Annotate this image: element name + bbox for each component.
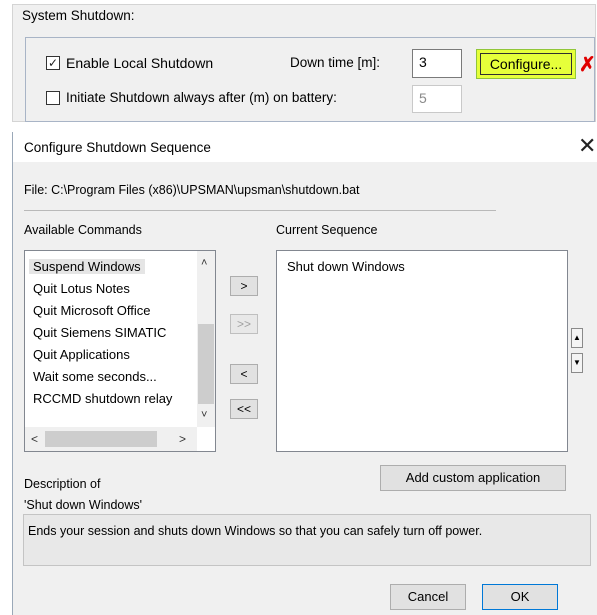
list-item[interactable]: Shut down Windows xyxy=(287,259,405,274)
enable-local-shutdown-label[interactable]: Enable Local Shutdown xyxy=(66,55,213,71)
vertical-scroll-thumb[interactable] xyxy=(198,324,214,404)
description-text: Ends your session and shuts down Windows… xyxy=(23,514,591,566)
remove-button[interactable]: < xyxy=(230,364,258,384)
configure-button[interactable]: Configure... xyxy=(480,53,572,75)
initiate-shutdown-label[interactable]: Initiate Shutdown always after (m) on ba… xyxy=(66,90,337,105)
list-item[interactable]: Quit Siemens SIMATIC xyxy=(33,325,166,340)
scroll-right-icon[interactable]: > xyxy=(179,432,186,446)
red-cross-icon: ✗ xyxy=(579,54,596,76)
scroll-down-icon[interactable]: ˅ xyxy=(201,409,207,421)
close-icon[interactable]: ✕ xyxy=(578,133,596,159)
triangle-up-icon: ▲ xyxy=(573,333,581,342)
add-button[interactable]: > xyxy=(230,276,258,296)
available-commands-list[interactable]: Suspend Windows Quit Lotus Notes Quit Mi… xyxy=(24,250,216,452)
divider xyxy=(24,210,496,211)
enable-local-shutdown-checkbox[interactable]: ✓ xyxy=(46,56,60,70)
dialog-title: Configure Shutdown Sequence xyxy=(24,140,211,155)
add-all-button[interactable]: >> xyxy=(230,314,258,334)
ok-button[interactable]: OK xyxy=(482,584,558,610)
configure-highlight: Configure... xyxy=(476,49,576,79)
current-sequence-label: Current Sequence xyxy=(276,223,378,237)
horizontal-scroll-thumb[interactable] xyxy=(45,431,157,447)
remove-all-button[interactable]: << xyxy=(230,399,258,419)
vertical-scrollbar[interactable]: ˄ ˅ xyxy=(197,251,215,427)
cancel-button[interactable]: Cancel xyxy=(390,584,466,610)
move-down-button[interactable]: ▼ xyxy=(571,353,583,373)
current-sequence-list[interactable]: Shut down Windows xyxy=(276,250,568,452)
description-heading: Description of xyxy=(24,477,101,491)
system-shutdown-title: System Shutdown: xyxy=(22,8,135,23)
down-time-input[interactable]: 3 xyxy=(412,49,462,78)
triangle-down-icon: ▼ xyxy=(573,358,581,367)
scroll-left-icon[interactable]: < xyxy=(31,432,38,446)
list-item[interactable]: Quit Lotus Notes xyxy=(33,281,130,296)
available-commands-label: Available Commands xyxy=(24,223,142,237)
list-item[interactable]: Suspend Windows xyxy=(29,259,145,274)
checkmark-icon: ✓ xyxy=(47,56,59,70)
add-custom-application-button[interactable]: Add custom application xyxy=(380,465,566,491)
move-up-button[interactable]: ▲ xyxy=(571,328,583,348)
file-path-label: File: C:\Program Files (x86)\UPSMAN\upsm… xyxy=(24,183,360,197)
list-item[interactable]: Wait some seconds... xyxy=(33,369,157,384)
initiate-shutdown-input[interactable]: 5 xyxy=(412,85,462,113)
horizontal-scrollbar[interactable]: < > xyxy=(25,427,197,451)
list-item[interactable]: Quit Microsoft Office xyxy=(33,303,151,318)
initiate-shutdown-checkbox[interactable] xyxy=(46,91,60,105)
down-time-label: Down time [m]: xyxy=(290,55,381,70)
scroll-up-icon[interactable]: ˄ xyxy=(201,257,207,269)
list-item[interactable]: RCCMD shutdown relay xyxy=(33,391,172,406)
list-item[interactable]: Quit Applications xyxy=(33,347,130,362)
description-item: 'Shut down Windows' xyxy=(24,498,143,512)
